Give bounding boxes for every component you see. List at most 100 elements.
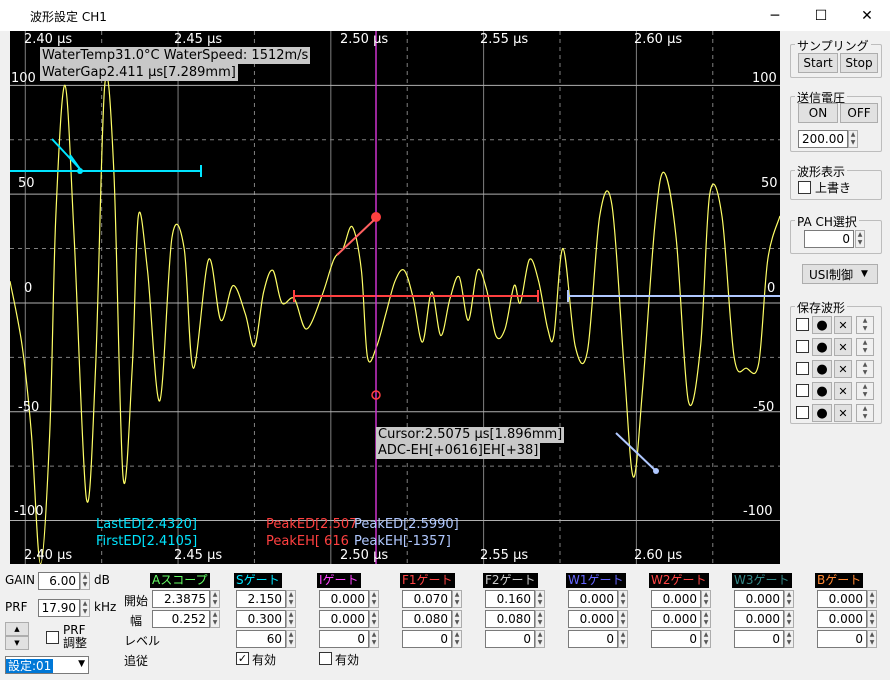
gate-width-spinner[interactable]: ▲ ▼ [867, 610, 877, 628]
gate-start-spinner[interactable]: ▲ ▼ [210, 590, 220, 608]
gate-start-field[interactable]: 0.000 [319, 590, 369, 608]
gain-spinner[interactable]: ▲ ▼ [80, 572, 90, 590]
gate-track-checkbox[interactable] [319, 652, 332, 665]
overwrite-checkbox[interactable] [798, 181, 811, 194]
close-button[interactable]: ✕ [844, 0, 890, 31]
gate-width-spinner[interactable]: ▲ ▼ [535, 610, 545, 628]
gate-level-field[interactable]: 0 [817, 630, 867, 648]
saved-waveform-checkbox[interactable] [796, 340, 809, 353]
pa-label: PA CH選択 [795, 213, 859, 230]
gate-width-spinner[interactable]: ▲ ▼ [369, 610, 379, 628]
gate-start-field[interactable]: 2.3875 [152, 590, 210, 608]
gate-level-field[interactable]: 0 [485, 630, 535, 648]
gate-level-spinner[interactable]: ▲ ▼ [701, 630, 711, 648]
saved-waveform-load-button[interactable]: ● [812, 404, 832, 422]
gate-start-field[interactable]: 0.000 [817, 590, 867, 608]
preset-select[interactable]: 設定:01 ▼ [5, 656, 89, 674]
gate-start-field[interactable]: 2.150 [236, 590, 286, 608]
saved-waveform-spinner[interactable]: ▲ ▼ [856, 316, 874, 334]
gate-start-spinner[interactable]: ▲ ▼ [369, 590, 379, 608]
waveform-scope[interactable]: 2.40 μs 2.45 μs 2.50 μs 2.55 μs 2.60 μs … [10, 31, 780, 564]
saved-waveform-load-button[interactable]: ● [812, 338, 832, 356]
gate-start-field[interactable]: 0.000 [568, 590, 618, 608]
gate-start-spinner[interactable]: ▲ ▼ [701, 590, 711, 608]
prf-adjust-checkbox[interactable] [46, 631, 59, 644]
gate-width-spinner[interactable]: ▲ ▼ [618, 610, 628, 628]
x-tick-bottom-2: 2.45 μs [174, 548, 223, 563]
gate-width-field[interactable]: 0.000 [319, 610, 369, 628]
voltage-off-button[interactable]: OFF [840, 103, 878, 123]
up-button[interactable]: ▲ [5, 622, 29, 636]
saved-waveform-checkbox[interactable] [796, 362, 809, 375]
gate-level-field[interactable]: 0 [568, 630, 618, 648]
voltage-on-button[interactable]: ON [798, 103, 838, 123]
gate-start-field[interactable]: 0.000 [651, 590, 701, 608]
gate-width-field[interactable]: 0.080 [402, 610, 452, 628]
gate-level-spinner[interactable]: ▲ ▼ [867, 630, 877, 648]
gate-start-field[interactable]: 0.000 [734, 590, 784, 608]
usi-control-dropdown[interactable]: USI制御 ▼ [802, 264, 878, 284]
prf-spinner[interactable]: ▲ ▼ [80, 599, 90, 617]
minimize-button[interactable]: ─ [752, 0, 798, 31]
gate-width-field[interactable]: 0.000 [817, 610, 867, 628]
gate-track-checkbox[interactable]: ✓ [236, 652, 249, 665]
stop-button[interactable]: Stop [840, 53, 878, 73]
gate-width-spinner[interactable]: ▲ ▼ [452, 610, 462, 628]
prf-field[interactable]: 17.90 [38, 599, 80, 617]
saved-waveform-load-button[interactable]: ● [812, 360, 832, 378]
saved-waveform-spinner[interactable]: ▲ ▼ [856, 382, 874, 400]
gate-width-field[interactable]: 0.000 [734, 610, 784, 628]
gate-start-field[interactable]: 0.070 [402, 590, 452, 608]
gate-width-field[interactable]: 0.000 [651, 610, 701, 628]
pa-channel-spinner[interactable]: ▲ ▼ [855, 230, 865, 248]
gate-level-field[interactable]: 60 [236, 630, 286, 648]
y-tick-left-0: 0 [24, 281, 33, 296]
saved-waveform-clear-button[interactable]: ✕ [834, 338, 852, 356]
start-button[interactable]: Start [798, 53, 838, 73]
saved-waveform-spinner[interactable]: ▲ ▼ [856, 360, 874, 378]
gate-level-spinner[interactable]: ▲ ▼ [618, 630, 628, 648]
gate-width-field[interactable]: 0.080 [485, 610, 535, 628]
gate-level-spinner[interactable]: ▲ ▼ [369, 630, 379, 648]
gate-level-spinner[interactable]: ▲ ▼ [784, 630, 794, 648]
saved-waveform-clear-button[interactable]: ✕ [834, 360, 852, 378]
gate-level-field[interactable]: 0 [734, 630, 784, 648]
gate-start-spinner[interactable]: ▲ ▼ [452, 590, 462, 608]
gate-start-spinner[interactable]: ▲ ▼ [867, 590, 877, 608]
saved-waveform-checkbox[interactable] [796, 384, 809, 397]
saved-waveform-spinner[interactable]: ▲ ▼ [856, 404, 874, 422]
saved-waveform-clear-button[interactable]: ✕ [834, 316, 852, 334]
gate-width-spinner[interactable]: ▲ ▼ [701, 610, 711, 628]
gain-field[interactable]: 6.00 [38, 572, 80, 590]
saved-waveform-checkbox[interactable] [796, 318, 809, 331]
pa-channel-field[interactable]: 0 [804, 230, 854, 248]
gate-level-field[interactable]: 0 [402, 630, 452, 648]
maximize-button[interactable]: ☐ [798, 0, 844, 31]
gate-width-field[interactable]: 0.252 [152, 610, 210, 628]
gate-width-spinner[interactable]: ▲ ▼ [784, 610, 794, 628]
gate-start-spinner[interactable]: ▲ ▼ [618, 590, 628, 608]
gate-width-field[interactable]: 0.000 [568, 610, 618, 628]
voltage-value-field[interactable]: 200.00 [798, 130, 848, 148]
gate-level-spinner[interactable]: ▲ ▼ [286, 630, 296, 648]
saved-waveform-checkbox[interactable] [796, 406, 809, 419]
saved-waveform-clear-button[interactable]: ✕ [834, 382, 852, 400]
gate-width-spinner[interactable]: ▲ ▼ [286, 610, 296, 628]
saved-waveform-load-button[interactable]: ● [812, 316, 832, 334]
gate-level-spinner[interactable]: ▲ ▼ [452, 630, 462, 648]
gate-start-spinner[interactable]: ▲ ▼ [286, 590, 296, 608]
gate-level-field[interactable]: 0 [319, 630, 369, 648]
saved-waveform-spinner[interactable]: ▲ ▼ [856, 338, 874, 356]
gate-start-spinner[interactable]: ▲ ▼ [535, 590, 545, 608]
gate-start-field[interactable]: 0.160 [485, 590, 535, 608]
saved-waveform-clear-button[interactable]: ✕ [834, 404, 852, 422]
gate-level-field[interactable]: 0 [651, 630, 701, 648]
gate-width-field[interactable]: 0.300 [236, 610, 286, 628]
gate-level-spinner[interactable]: ▲ ▼ [535, 630, 545, 648]
gate-width-spinner[interactable]: ▲ ▼ [210, 610, 220, 628]
s-gate-arrow-head [69, 154, 81, 170]
gate-start-spinner[interactable]: ▲ ▼ [784, 590, 794, 608]
voltage-spinner[interactable]: ▲ ▼ [848, 130, 858, 148]
saved-waveform-load-button[interactable]: ● [812, 382, 832, 400]
down-button[interactable]: ▼ [5, 636, 29, 650]
